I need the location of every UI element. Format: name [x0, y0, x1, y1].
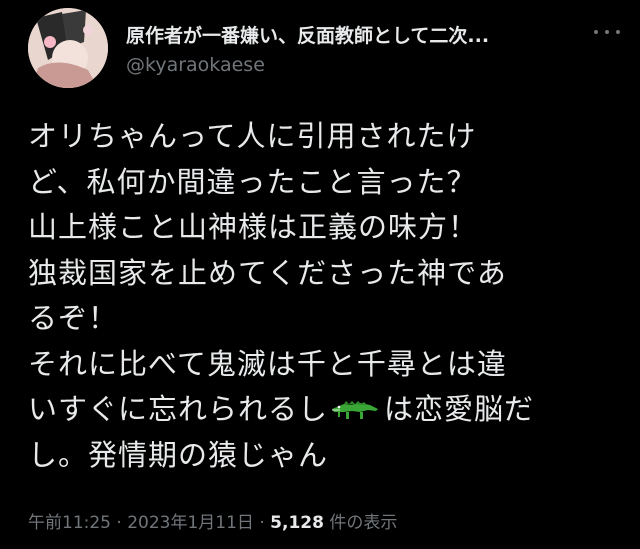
tweet-header: 原作者が一番嫌い、反面教師として二次... @kyaraokaese: [28, 8, 628, 88]
tweet-line: 独裁国家を止めてくださった神であ: [28, 255, 507, 290]
tweet-metadata: 午前11:25 · 2023年1月11日 · 5,128 件の表示: [28, 508, 397, 533]
tweet-line: オリちゃんって人に引用されたけ: [28, 119, 477, 153]
separator: ·: [253, 513, 271, 533]
crocodile-emoji-icon: [332, 401, 379, 419]
tweet-text-segment: は恋愛脳だ: [384, 392, 535, 426]
views-label: 件の表示: [323, 513, 398, 533]
more-options-icon[interactable]: [594, 22, 620, 42]
tweet-line: それに比べて鬼滅は千と千尋とは違: [28, 346, 507, 381]
tweet-time[interactable]: 午前11:25: [28, 513, 111, 533]
tweet-line-with-emoji: いすぐに忘れられるし は恋愛脳だ: [28, 387, 618, 433]
tweet-text-segment: いすぐに忘れられるし: [28, 392, 329, 426]
dot: [616, 30, 620, 34]
tweet-line: ど、私何か間違ったこと言った？: [28, 164, 477, 199]
avatar[interactable]: [28, 8, 108, 88]
author-handle[interactable]: @kyaraokaese: [126, 54, 265, 76]
dot: [594, 30, 598, 34]
author-display-name[interactable]: 原作者が一番嫌い、反面教師として二次...: [126, 21, 489, 48]
tweet-date[interactable]: 2023年1月11日: [127, 513, 254, 533]
dot: [605, 30, 609, 34]
tweet-detail: 原作者が一番嫌い、反面教師として二次... @kyaraokaese オリちゃん…: [0, 0, 640, 549]
tweet-line: 山上様こと山神様は正義の味方！: [28, 210, 479, 244]
views-count[interactable]: 5,128: [270, 513, 324, 533]
avatar-image: [28, 8, 108, 88]
tweet-text: オリちゃんって人に引用されたけ ど、私何か間違ったこと言った？ 山上様こと山神様…: [28, 114, 618, 478]
separator: ·: [111, 513, 128, 533]
tweet-line: るぞ！: [28, 301, 119, 335]
tweet-line: し。発情期の猿じゃん: [28, 437, 329, 472]
